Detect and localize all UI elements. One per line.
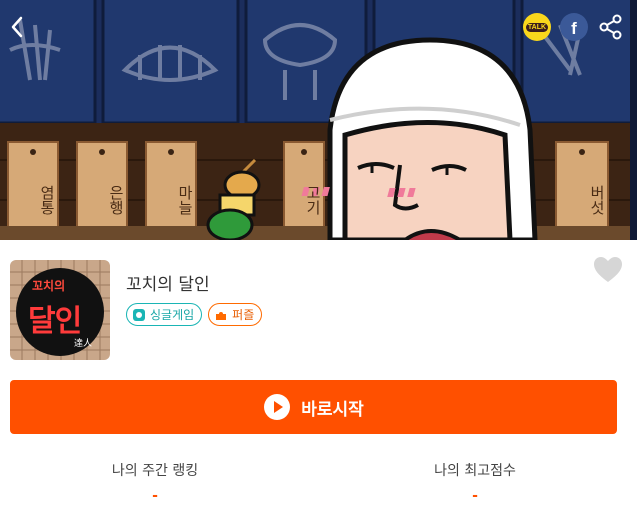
game-title: 꼬치의 달인 — [126, 275, 210, 295]
facebook-share-button[interactable]: f — [560, 13, 588, 41]
share-buttons: TALK f — [523, 13, 625, 41]
game-thumbnail[interactable]: 꼬치의 달인 達人 — [10, 260, 110, 360]
favorite-button[interactable] — [593, 256, 623, 284]
tag-label: 퍼즐 — [232, 308, 255, 322]
single-game-icon — [133, 308, 145, 321]
menu-sign-2: 은행 — [77, 170, 127, 230]
menu-sign-text: 버섯 — [588, 185, 606, 215]
game-banner: 염통 은행 마늘 고기 버섯 TALK f — [0, 0, 637, 240]
menu-sign-5: 버섯 — [556, 170, 608, 230]
share-nodes-icon — [599, 14, 622, 40]
kakaotalk-icon: TALK — [525, 22, 549, 32]
kakaotalk-share-button[interactable]: TALK — [523, 13, 551, 41]
heart-icon — [594, 257, 622, 282]
best-score: 나의 최고점수 - — [325, 460, 625, 504]
player-stats: 나의 주간 랭킹 - 나의 최고점수 - — [0, 460, 637, 514]
chevron-left-icon — [11, 16, 23, 38]
tag-single-game[interactable]: 싱글게임 — [126, 303, 203, 326]
share-button[interactable] — [597, 13, 625, 41]
menu-sign-text: 염통 — [38, 185, 56, 215]
weekly-ranking-label: 나의 주간 랭킹 — [111, 463, 199, 479]
tag-label: 싱글게임 — [150, 308, 195, 322]
play-now-button[interactable]: 바로시작 — [10, 380, 617, 434]
weekly-ranking: 나의 주간 랭킹 - — [5, 460, 305, 504]
tag-puzzle[interactable]: 퍼즐 — [208, 303, 263, 326]
menu-sign-text: 은행 — [107, 185, 125, 215]
menu-sign-text: 고기 — [304, 185, 322, 215]
puzzle-icon — [216, 311, 227, 320]
top-bar: TALK f — [0, 0, 637, 56]
game-info: 꼬치의 달인 達人 꼬치의 달인 싱글게임 퍼즐 바로시작 나의 주간 랭킹 -… — [0, 240, 637, 514]
menu-sign-text: 마늘 — [176, 185, 194, 215]
play-circle-icon — [264, 394, 291, 420]
logo-text-hanja: 達人 — [74, 339, 93, 349]
facebook-icon: f — [571, 18, 577, 38]
logo-text-main: 달인 — [28, 304, 82, 339]
logo-text-top: 꼬치의 — [32, 279, 66, 293]
best-score-label: 나의 최고점수 — [434, 463, 516, 479]
menu-sign-4: 고기 — [284, 170, 324, 230]
weekly-ranking-value: - — [152, 488, 158, 504]
play-now-label: 바로시작 — [301, 399, 364, 420]
back-button[interactable] — [4, 10, 30, 44]
menu-sign-3: 마늘 — [146, 170, 196, 230]
game-tags: 싱글게임 퍼즐 — [126, 303, 263, 326]
best-score-value: - — [472, 488, 478, 504]
menu-sign-1: 염통 — [8, 170, 58, 230]
